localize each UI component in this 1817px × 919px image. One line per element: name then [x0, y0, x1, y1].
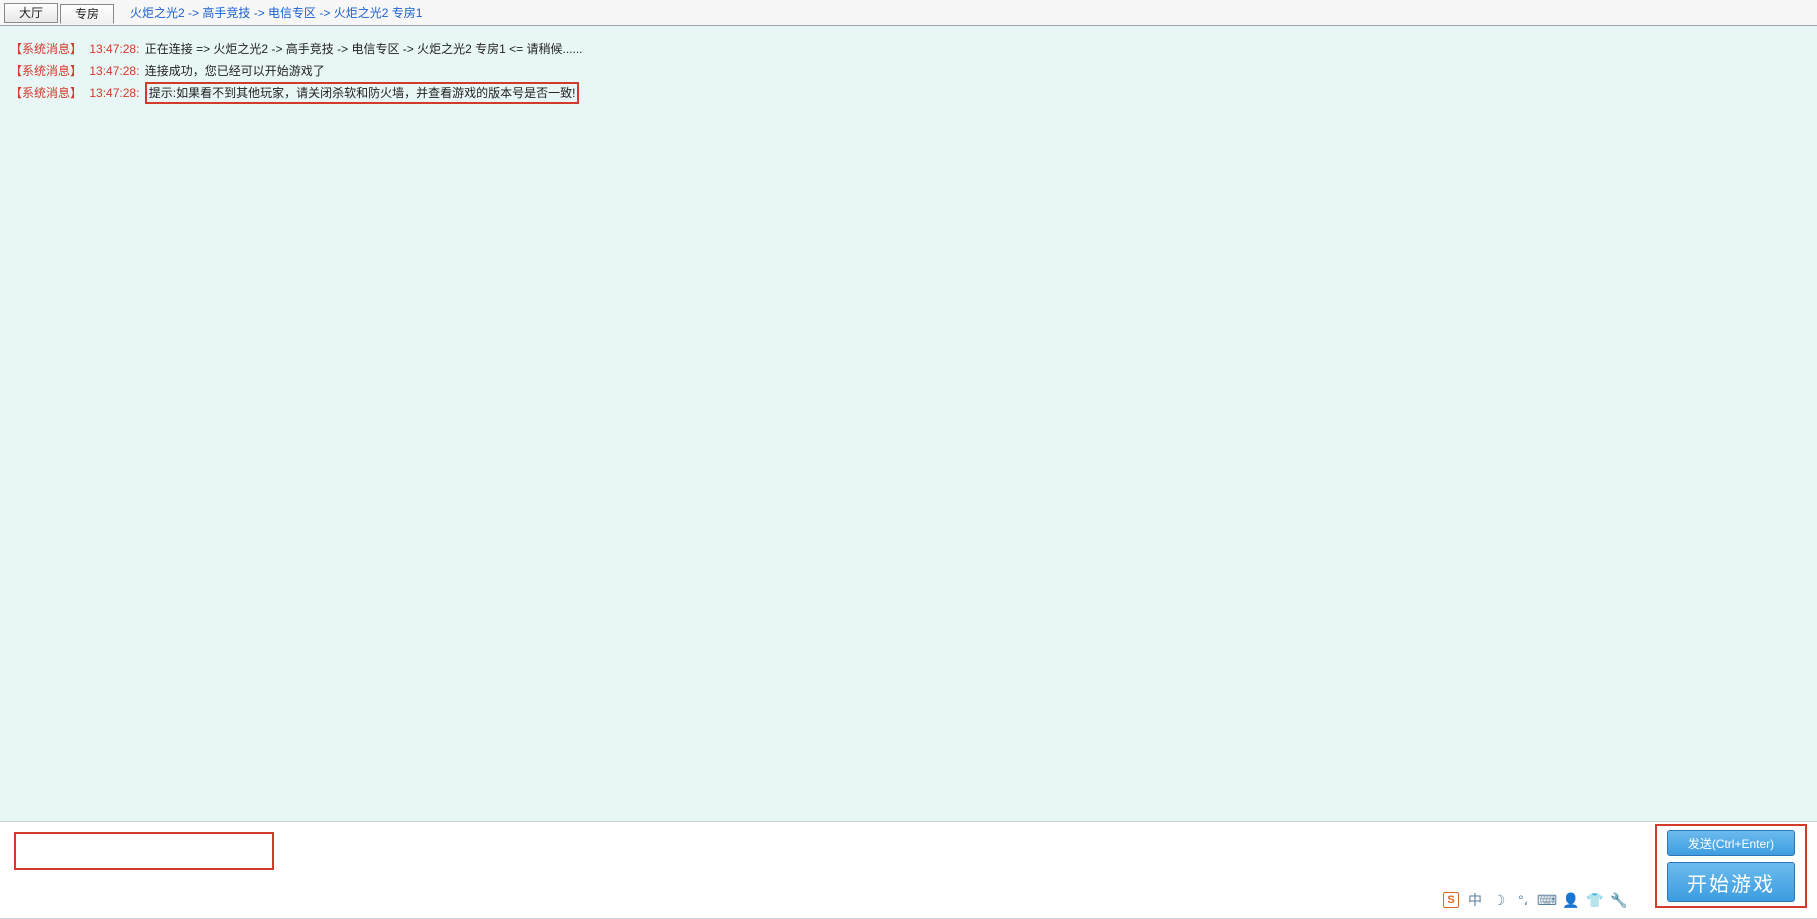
- ime-person-icon[interactable]: 👤: [1563, 892, 1579, 908]
- chat-log: 【系统消息】 13:47:28: 正在连接 => 火炬之光2 -> 高手竞技 -…: [0, 26, 1817, 821]
- breadcrumb: 火炬之光2 -> 高手竞技 -> 电信专区 -> 火炬之光2 专房1: [130, 4, 422, 21]
- input-bar: 发送(Ctrl+Enter) 开始游戏 S 中 ☽ °، ⌨ 👤 👕 🔧: [0, 821, 1817, 919]
- log-time: 13:47:28:: [89, 86, 139, 100]
- send-button[interactable]: 发送(Ctrl+Enter): [1667, 830, 1795, 856]
- sogou-ime-icon[interactable]: S: [1443, 892, 1459, 908]
- log-time: 13:47:28:: [89, 64, 139, 78]
- log-tag: 【系统消息】: [10, 86, 82, 100]
- ime-skin-icon[interactable]: 👕: [1587, 892, 1603, 908]
- tab-bar: 大厅 专房 火炬之光2 -> 高手竞技 -> 电信专区 -> 火炬之光2 专房1: [0, 0, 1817, 26]
- log-time: 13:47:28:: [89, 42, 139, 56]
- log-msg: 连接成功，您已经可以开始游戏了: [145, 64, 325, 78]
- log-line: 【系统消息】 13:47:28: 正在连接 => 火炬之光2 -> 高手竞技 -…: [10, 38, 1807, 60]
- app-frame: 大厅 专房 火炬之光2 -> 高手竞技 -> 电信专区 -> 火炬之光2 专房1…: [0, 0, 1817, 919]
- log-msg: 正在连接 => 火炬之光2 -> 高手竞技 -> 电信专区 -> 火炬之光2 专…: [145, 42, 583, 56]
- tab-room[interactable]: 专房: [60, 4, 114, 24]
- log-line: 【系统消息】 13:47:28: 提示:如果看不到其他玩家，请关闭杀软和防火墙，…: [10, 82, 1807, 104]
- log-tag: 【系统消息】: [10, 42, 82, 56]
- ime-tray: S 中 ☽ °، ⌨ 👤 👕 🔧: [1443, 892, 1627, 908]
- chat-input[interactable]: [14, 832, 274, 870]
- log-tag: 【系统消息】: [10, 64, 82, 78]
- ime-softkbd-icon[interactable]: ⌨: [1539, 892, 1555, 908]
- start-game-button[interactable]: 开始游戏: [1667, 862, 1795, 902]
- ime-lang-icon[interactable]: 中: [1467, 892, 1483, 908]
- log-line: 【系统消息】 13:47:28: 连接成功，您已经可以开始游戏了: [10, 60, 1807, 82]
- ime-settings-icon[interactable]: 🔧: [1611, 892, 1627, 908]
- ime-moon-icon[interactable]: ☽: [1491, 892, 1507, 908]
- ime-punct-icon[interactable]: °،: [1515, 892, 1531, 908]
- tab-lobby[interactable]: 大厅: [4, 3, 58, 23]
- log-msg-highlighted: 提示:如果看不到其他玩家，请关闭杀软和防火墙，并查看游戏的版本号是否一致!: [145, 82, 580, 104]
